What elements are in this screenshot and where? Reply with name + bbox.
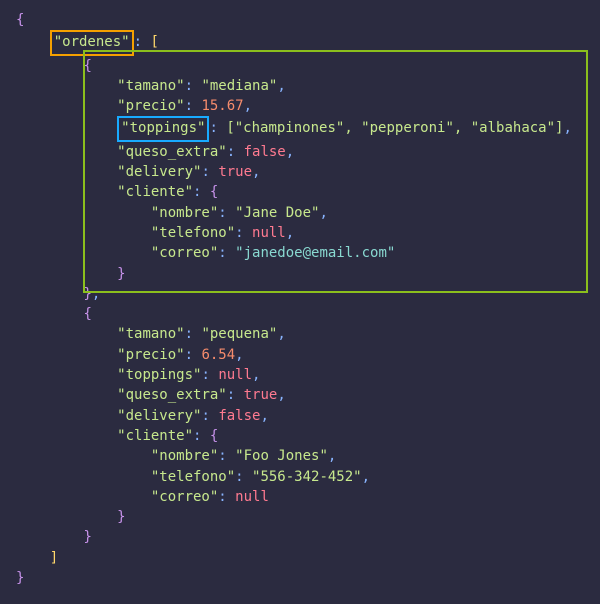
- code-line: "tamano": "mediana",: [16, 76, 584, 96]
- code-line: ]: [16, 548, 584, 568]
- code-line: "delivery": false,: [16, 406, 584, 426]
- code-line: "cliente": {: [16, 182, 584, 202]
- json-string: "mediana": [201, 78, 277, 94]
- json-key: "delivery": [117, 408, 201, 424]
- json-key: "delivery": [117, 164, 201, 180]
- json-key: "cliente": [117, 428, 193, 444]
- json-key: "tamano": [117, 78, 184, 94]
- highlight-toppings-key: "toppings": [117, 116, 209, 141]
- json-string: "pequena": [201, 326, 277, 342]
- json-key: "toppings": [121, 120, 205, 136]
- code-line: {: [16, 10, 584, 30]
- json-key: "correo": [151, 489, 218, 505]
- json-key: "nombre": [151, 205, 218, 221]
- json-key-ordenes: "ordenes": [54, 34, 130, 50]
- json-key: "correo": [151, 245, 218, 261]
- code-line: "ordenes": [: [16, 30, 584, 55]
- json-number: 6.54: [201, 347, 235, 363]
- code-line: "delivery": true,: [16, 162, 584, 182]
- json-string: "556-342-452": [252, 469, 362, 485]
- code-line: },: [16, 284, 584, 304]
- json-null: null: [218, 367, 252, 383]
- json-key: "queso_extra": [117, 387, 227, 403]
- json-key: "telefono": [151, 225, 235, 241]
- json-bool: false: [244, 144, 286, 160]
- json-null: null: [235, 489, 269, 505]
- code-line: "nombre": "Foo Jones",: [16, 446, 584, 466]
- json-bool: true: [244, 387, 278, 403]
- code-line: "nombre": "Jane Doe",: [16, 203, 584, 223]
- code-line: "correo": null: [16, 487, 584, 507]
- code-line: }: [16, 568, 584, 588]
- code-line: }: [16, 527, 584, 547]
- json-string: "Jane Doe": [235, 205, 319, 221]
- code-line: "tamano": "pequena",: [16, 324, 584, 344]
- code-line: "toppings": ["champinones", "pepperoni",…: [16, 116, 584, 141]
- json-array: ["champinones", "pepperoni", "albahaca"]: [226, 120, 563, 136]
- code-line: "queso_extra": true,: [16, 385, 584, 405]
- highlight-ordenes-key: "ordenes": [50, 30, 134, 55]
- json-key: "queso_extra": [117, 144, 227, 160]
- json-string: "janedoe@email.com": [235, 245, 395, 261]
- json-key: "precio": [117, 347, 184, 363]
- code-line: "cliente": {: [16, 426, 584, 446]
- code-line: }: [16, 264, 584, 284]
- code-line: "telefono": "556-342-452",: [16, 467, 584, 487]
- json-bool: true: [218, 164, 252, 180]
- json-key: "toppings": [117, 367, 201, 383]
- json-string: "Foo Jones": [235, 448, 328, 464]
- code-editor: { "ordenes": [ { "tamano": "mediana", "p…: [0, 0, 600, 604]
- code-line: }: [16, 507, 584, 527]
- code-line: "toppings": null,: [16, 365, 584, 385]
- code-line: "precio": 15.67,: [16, 96, 584, 116]
- json-key: "cliente": [117, 184, 193, 200]
- code-line: "correo": "janedoe@email.com": [16, 243, 584, 263]
- json-key: "telefono": [151, 469, 235, 485]
- code-line: {: [16, 56, 584, 76]
- json-key: "nombre": [151, 448, 218, 464]
- json-key: "tamano": [117, 326, 184, 342]
- json-key: "precio": [117, 98, 184, 114]
- code-line: "precio": 6.54,: [16, 345, 584, 365]
- code-line: {: [16, 304, 584, 324]
- json-null: null: [252, 225, 286, 241]
- json-bool: false: [218, 408, 260, 424]
- code-line: "queso_extra": false,: [16, 142, 584, 162]
- json-number: 15.67: [201, 98, 243, 114]
- code-line: "telefono": null,: [16, 223, 584, 243]
